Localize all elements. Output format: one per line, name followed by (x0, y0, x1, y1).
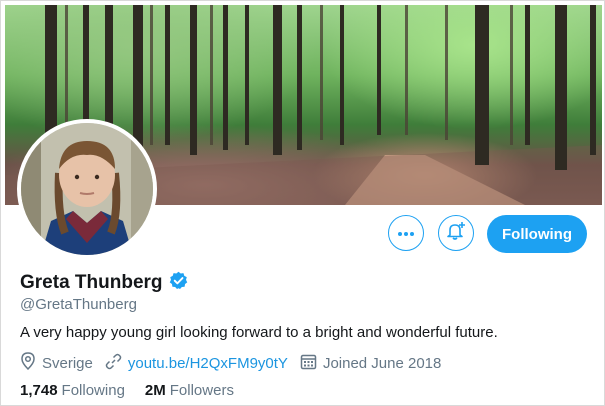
location-pin-icon (20, 352, 42, 374)
profile-meta: Sverige youtu.be/H2QxFM9y0tY Joined June… (20, 352, 453, 374)
profile-avatar[interactable] (17, 119, 157, 259)
joined-date: Joined June 2018 (322, 354, 442, 372)
more-icon (397, 224, 415, 242)
profile-website[interactable]: youtu.be/H2QxFM9y0tY (105, 353, 288, 374)
link-icon (105, 353, 128, 374)
profile-card: Following Greta Thunberg @GretaThunberg … (0, 0, 605, 406)
profile-bio: A very happy young girl looking forward … (20, 324, 498, 341)
profile-joined: Joined June 2018 (300, 353, 441, 374)
profile-name: Greta Thunberg (20, 272, 163, 293)
followers-count: 2M (144, 382, 166, 399)
following-count-link[interactable]: 1,748 Following (20, 382, 125, 399)
more-options-button[interactable] (388, 215, 424, 251)
followers-count-link[interactable]: 2M Followers (145, 382, 234, 399)
profile-handle: @GretaThunberg (20, 296, 137, 313)
location-text: Sverige (42, 354, 93, 372)
profile-location: Sverige (20, 352, 93, 374)
profile-name-row: Greta Thunberg (20, 271, 188, 295)
following-label: Following (61, 382, 125, 399)
website-link[interactable]: youtu.be/H2QxFM9y0tY (128, 355, 288, 372)
following-button[interactable]: Following (487, 215, 587, 253)
calendar-icon (300, 353, 323, 374)
notifications-button[interactable] (438, 215, 474, 251)
following-count: 1,748 (20, 382, 58, 399)
followers-label: Followers (169, 382, 234, 399)
profile-stats: 1,748 Following 2M Followers (20, 382, 254, 399)
bell-plus-icon (446, 221, 466, 246)
verified-badge-icon (169, 271, 188, 295)
